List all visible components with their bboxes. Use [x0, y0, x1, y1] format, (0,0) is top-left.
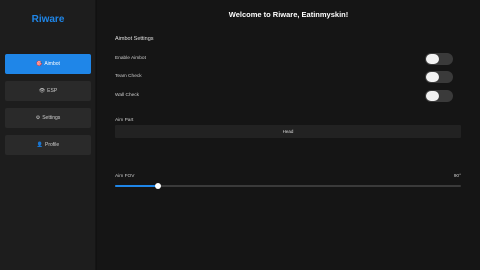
aim-part-select[interactable]: Head	[115, 125, 461, 138]
sidebar-item-esp[interactable]: 👁 ESP	[5, 81, 91, 101]
slider-fill	[115, 185, 159, 187]
team-check-toggle[interactable]	[425, 71, 453, 83]
aim-part-label: Aim Part	[115, 118, 134, 123]
crosshair-icon: 🎯	[36, 60, 43, 67]
aim-fov-value: 90°	[453, 174, 461, 179]
toggle-knob	[426, 72, 439, 82]
sidebar-item-aimbot[interactable]: 🎯 Aimbot	[5, 54, 91, 74]
brand-logo-text: Riware	[31, 14, 65, 25]
wall-check-label: Wall Check	[115, 93, 140, 98]
wall-check-toggle[interactable]	[425, 90, 453, 102]
sidebar-item-label: Aimbot	[44, 61, 60, 67]
page-title: Welcome to Riware, Eatinmyskin!	[228, 10, 349, 19]
team-check-label: Team Check	[115, 74, 142, 79]
enable-aimbot-label: Enable Aimbot	[115, 56, 146, 61]
slider-thumb[interactable]	[155, 183, 162, 189]
sidebar-item-profile[interactable]: 👤 Profile	[5, 135, 91, 155]
main-panel: Welcome to Riware, Eatinmyskin! Aimbot S…	[97, 0, 480, 270]
aim-fov-slider[interactable]	[115, 183, 461, 189]
section-title: Aimbot Settings	[115, 36, 154, 42]
eye-icon: 👁	[38, 87, 46, 94]
gear-icon: ⚙	[35, 114, 41, 121]
aim-fov-label: Aim FOV	[115, 174, 135, 179]
toggle-knob	[426, 54, 439, 64]
toggle-knob	[426, 91, 439, 101]
sidebar-item-label: Settings	[42, 115, 61, 121]
sidebar: Riware 🎯 Aimbot 👁 ESP ⚙ Settings 👤 Profi…	[0, 0, 96, 270]
sidebar-item-settings[interactable]: ⚙ Settings	[5, 108, 91, 128]
sidebar-item-label: Profile	[45, 142, 60, 148]
sidebar-item-label: ESP	[47, 88, 58, 94]
enable-aimbot-toggle[interactable]	[425, 53, 453, 65]
user-icon: 👤	[36, 141, 44, 148]
